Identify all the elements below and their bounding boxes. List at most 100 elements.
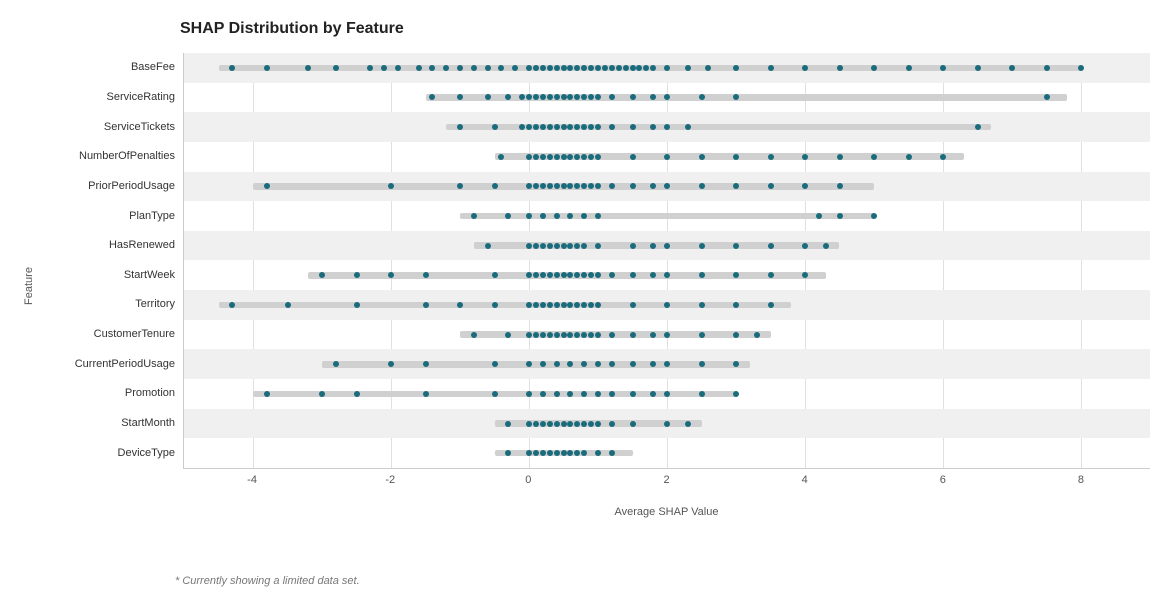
shap-dot xyxy=(540,65,546,71)
shap-dot xyxy=(526,450,532,456)
shap-dot xyxy=(457,302,463,308)
feature-label: BaseFee xyxy=(38,62,183,73)
shap-dot xyxy=(609,183,615,189)
shap-dot xyxy=(457,65,463,71)
shap-dot xyxy=(457,94,463,100)
shap-dot xyxy=(471,332,477,338)
shap-dot xyxy=(567,183,573,189)
shap-dot xyxy=(526,124,532,130)
shap-dot xyxy=(837,154,843,160)
shap-dot xyxy=(664,421,670,427)
shap-dot xyxy=(581,361,587,367)
shap-dot xyxy=(492,272,498,278)
shap-dot xyxy=(561,183,567,189)
shap-dot xyxy=(699,272,705,278)
shap-dot xyxy=(264,183,270,189)
chart-container: SHAP Distribution by Feature Feature Bas… xyxy=(0,0,1170,595)
shap-dot xyxy=(533,332,539,338)
shap-dot xyxy=(595,183,601,189)
shap-dot xyxy=(423,302,429,308)
shap-dot xyxy=(595,94,601,100)
shap-dot xyxy=(561,94,567,100)
shap-dot xyxy=(547,302,553,308)
shap-dot xyxy=(561,154,567,160)
shap-dot xyxy=(595,391,601,397)
shap-dot xyxy=(567,361,573,367)
shap-dot xyxy=(664,243,670,249)
shap-dot xyxy=(540,124,546,130)
feature-band-bar xyxy=(219,302,792,309)
shap-dot xyxy=(533,154,539,160)
shap-dot xyxy=(733,272,739,278)
shap-dot xyxy=(837,65,843,71)
x-axis-label: Average SHAP Value xyxy=(183,506,1150,518)
shap-dot xyxy=(630,183,636,189)
shap-dot xyxy=(526,243,532,249)
shap-dot xyxy=(906,65,912,71)
shap-dot xyxy=(567,213,573,219)
shap-dot xyxy=(650,361,656,367)
shap-dot xyxy=(554,421,560,427)
shap-dot xyxy=(526,361,532,367)
chart-title: SHAP Distribution by Feature xyxy=(20,20,1150,38)
shap-dot xyxy=(540,213,546,219)
shap-dot xyxy=(630,332,636,338)
shap-dot xyxy=(492,391,498,397)
shap-dot xyxy=(802,65,808,71)
shap-dot xyxy=(561,450,567,456)
shap-dot xyxy=(505,450,511,456)
shap-dot xyxy=(595,154,601,160)
shap-dot xyxy=(554,154,560,160)
shap-dot xyxy=(650,243,656,249)
shap-dot xyxy=(733,302,739,308)
shap-dot xyxy=(906,154,912,160)
shap-dot xyxy=(609,421,615,427)
shap-dot xyxy=(630,272,636,278)
shap-dot xyxy=(643,65,649,71)
shap-dot xyxy=(581,183,587,189)
shap-dot xyxy=(554,213,560,219)
shap-dot xyxy=(837,213,843,219)
shap-dot xyxy=(733,154,739,160)
feature-label: Promotion xyxy=(38,388,183,399)
shap-dot xyxy=(816,213,822,219)
shap-dot xyxy=(705,65,711,71)
shap-dot xyxy=(567,302,573,308)
shap-dot xyxy=(609,332,615,338)
shap-dot xyxy=(354,272,360,278)
shap-dot xyxy=(802,183,808,189)
shap-dot xyxy=(754,332,760,338)
shap-dot xyxy=(547,272,553,278)
shap-dot xyxy=(595,302,601,308)
footnote: * Currently showing a limited data set. xyxy=(175,575,360,587)
shap-dot xyxy=(595,421,601,427)
feature-label: ServiceTickets xyxy=(38,122,183,133)
shap-dot xyxy=(664,124,670,130)
shap-dot xyxy=(554,124,560,130)
shap-dot xyxy=(567,450,573,456)
shap-dot xyxy=(588,421,594,427)
shap-dot xyxy=(540,272,546,278)
shap-dot xyxy=(664,272,670,278)
shap-dot xyxy=(526,302,532,308)
shap-dot xyxy=(533,302,539,308)
x-tick-label: 2 xyxy=(663,474,669,486)
shap-dot xyxy=(319,391,325,397)
shap-dot xyxy=(595,213,601,219)
shap-dot xyxy=(285,302,291,308)
shap-dot xyxy=(395,65,401,71)
shap-dot xyxy=(630,243,636,249)
shap-dot xyxy=(498,154,504,160)
shap-dot xyxy=(623,65,629,71)
feature-label: StartMonth xyxy=(38,418,183,429)
shap-dot xyxy=(416,65,422,71)
shap-dot xyxy=(685,65,691,71)
shap-dot xyxy=(505,332,511,338)
plot-area xyxy=(183,53,1150,469)
feature-label: HasRenewed xyxy=(38,240,183,251)
shap-dot xyxy=(574,421,580,427)
feature-label: NumberOfPenalties xyxy=(38,151,183,162)
shap-dot xyxy=(581,421,587,427)
shap-dot xyxy=(423,272,429,278)
shap-dot xyxy=(457,183,463,189)
